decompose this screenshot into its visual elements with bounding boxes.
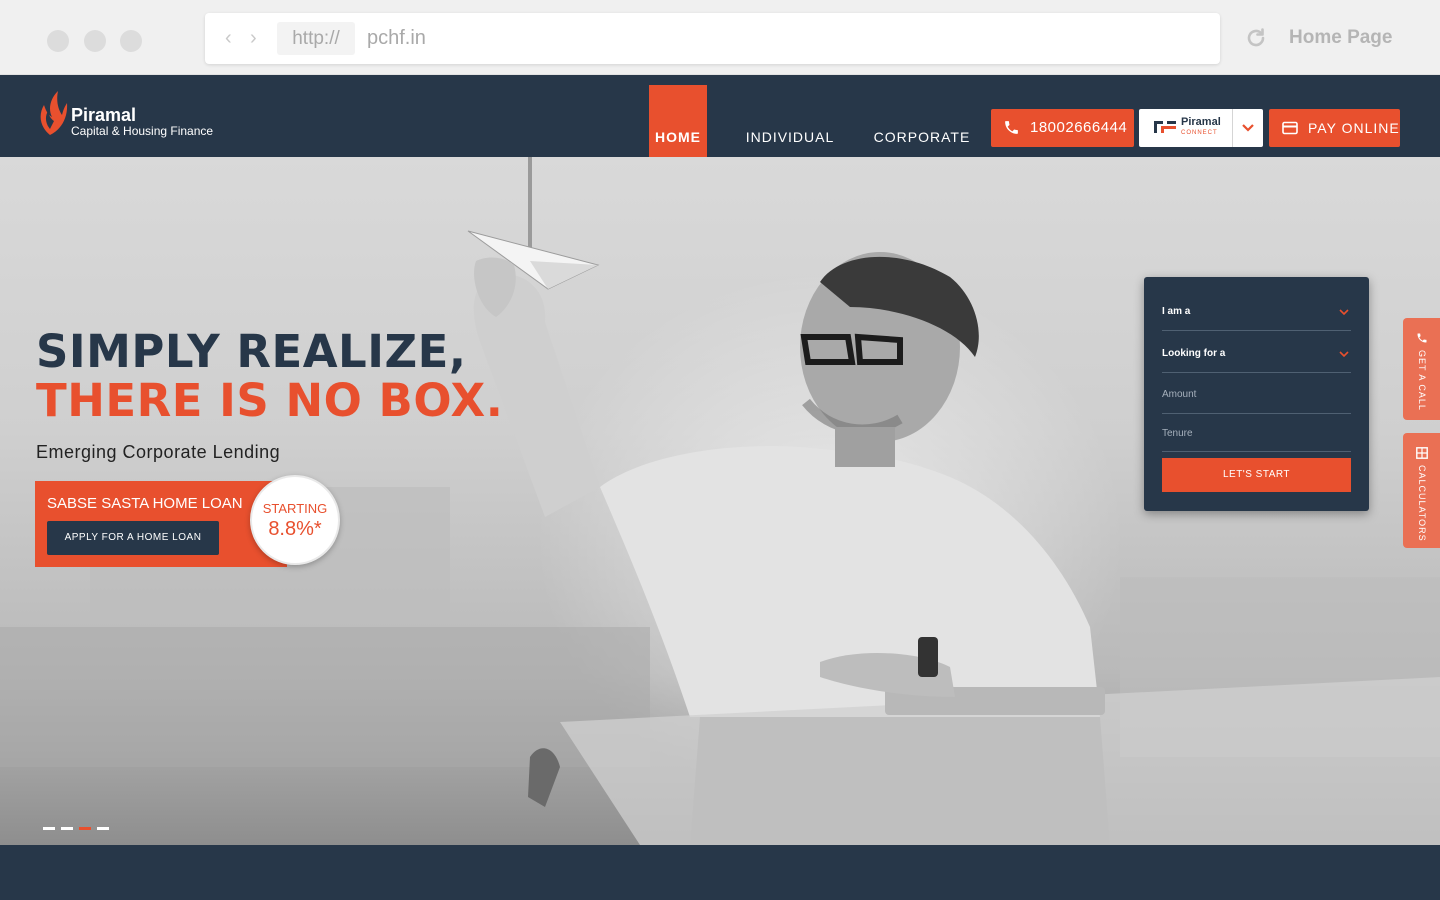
calculators-label: CALCULATORS [1417, 465, 1427, 542]
url-text[interactable]: pchf.in [367, 22, 426, 55]
flame-logo-icon [40, 91, 68, 135]
slide-dot[interactable] [97, 827, 109, 830]
amount-field[interactable]: Amount [1162, 377, 1351, 414]
connect-sub: CONNECT [1181, 130, 1218, 136]
slide-dot-active[interactable] [79, 827, 91, 830]
address-bar[interactable]: ‹ › http:// pchf.in [205, 13, 1220, 64]
chevron-down-icon[interactable] [1241, 122, 1255, 134]
phone-number: 18002666444 [1030, 119, 1128, 136]
credit-card-icon [1282, 121, 1298, 135]
loan-enquiry-form: I am a Looking for a Amount Tenure LET'S… [1144, 277, 1369, 511]
calculators-tab[interactable]: CALCULATORS [1403, 433, 1440, 548]
piramal-connect-logo-icon [1154, 121, 1176, 133]
i-am-a-label: I am a [1162, 306, 1191, 317]
slide-dot[interactable] [43, 827, 55, 830]
chevron-down-icon [1339, 309, 1349, 316]
brand-logo[interactable]: Piramal Capital & Housing Finance [36, 89, 256, 139]
badge-starting-label: STARTING [262, 501, 328, 516]
logo-tagline: Capital & Housing Finance [71, 124, 214, 138]
pay-online-label: PAY ONLINE [1308, 120, 1400, 136]
connect-brand: Piramal [1181, 116, 1221, 128]
get-a-call-tab[interactable]: GET A CALL [1403, 318, 1440, 420]
page-tab-title: Home Page [1289, 27, 1393, 48]
phone-button[interactable]: 18002666444 [991, 109, 1134, 147]
url-protocol: http:// [277, 22, 355, 55]
hero-subheading: Emerging Corporate Lending [36, 442, 281, 462]
logo-name: Piramal [71, 105, 137, 125]
badge-rate-value: 8.8%* [268, 518, 322, 540]
apply-home-loan-button[interactable]: APPLY FOR A HOME LOAN [47, 521, 219, 555]
reload-icon[interactable] [1244, 26, 1268, 50]
looking-for-label: Looking for a [1162, 348, 1226, 359]
window-maximize-dot[interactable] [120, 30, 142, 52]
hero-headline: SIMPLY REALIZE, THERE IS NO BOX. [36, 327, 503, 425]
connect-divider [1232, 109, 1233, 147]
site-header: Piramal Capital & Housing Finance HOME I… [0, 75, 1440, 157]
promo-title: SABSE SASTA HOME LOAN [47, 495, 243, 512]
back-arrow-icon[interactable]: ‹ [225, 27, 232, 49]
i-am-a-select[interactable]: I am a [1162, 294, 1351, 331]
footer-band [0, 845, 1440, 900]
headline-line-1: SIMPLY REALIZE, [36, 325, 467, 378]
slide-dot[interactable] [61, 827, 73, 830]
pay-online-button[interactable]: PAY ONLINE [1269, 109, 1400, 147]
calculator-icon [1416, 447, 1428, 459]
looking-for-select[interactable]: Looking for a [1162, 336, 1351, 373]
tenure-field[interactable]: Tenure [1162, 416, 1351, 452]
lets-start-button[interactable]: LET'S START [1162, 458, 1351, 492]
chevron-down-icon [1339, 351, 1349, 358]
nav-home[interactable]: HOME [649, 85, 707, 157]
get-a-call-label: GET A CALL [1417, 350, 1427, 411]
forward-arrow-icon[interactable]: › [250, 27, 257, 49]
nav-individual[interactable]: INDIVIDUAL [740, 85, 840, 157]
phone-icon [1005, 121, 1018, 134]
headline-line-2: THERE IS NO BOX. [36, 374, 504, 427]
window-close-dot[interactable] [47, 30, 69, 52]
nav-corporate[interactable]: CORPORATE [872, 85, 972, 157]
browser-chrome: ‹ › http:// pchf.in Home Page [0, 0, 1440, 75]
window-minimize-dot[interactable] [84, 30, 106, 52]
phone-icon [1417, 333, 1427, 343]
hero-banner: SIMPLY REALIZE, THERE IS NO BOX. Emergin… [0, 157, 1440, 845]
piramal-connect-dropdown[interactable]: Piramal CONNECT [1139, 109, 1263, 147]
rate-badge: STARTING 8.8%* [250, 475, 340, 565]
